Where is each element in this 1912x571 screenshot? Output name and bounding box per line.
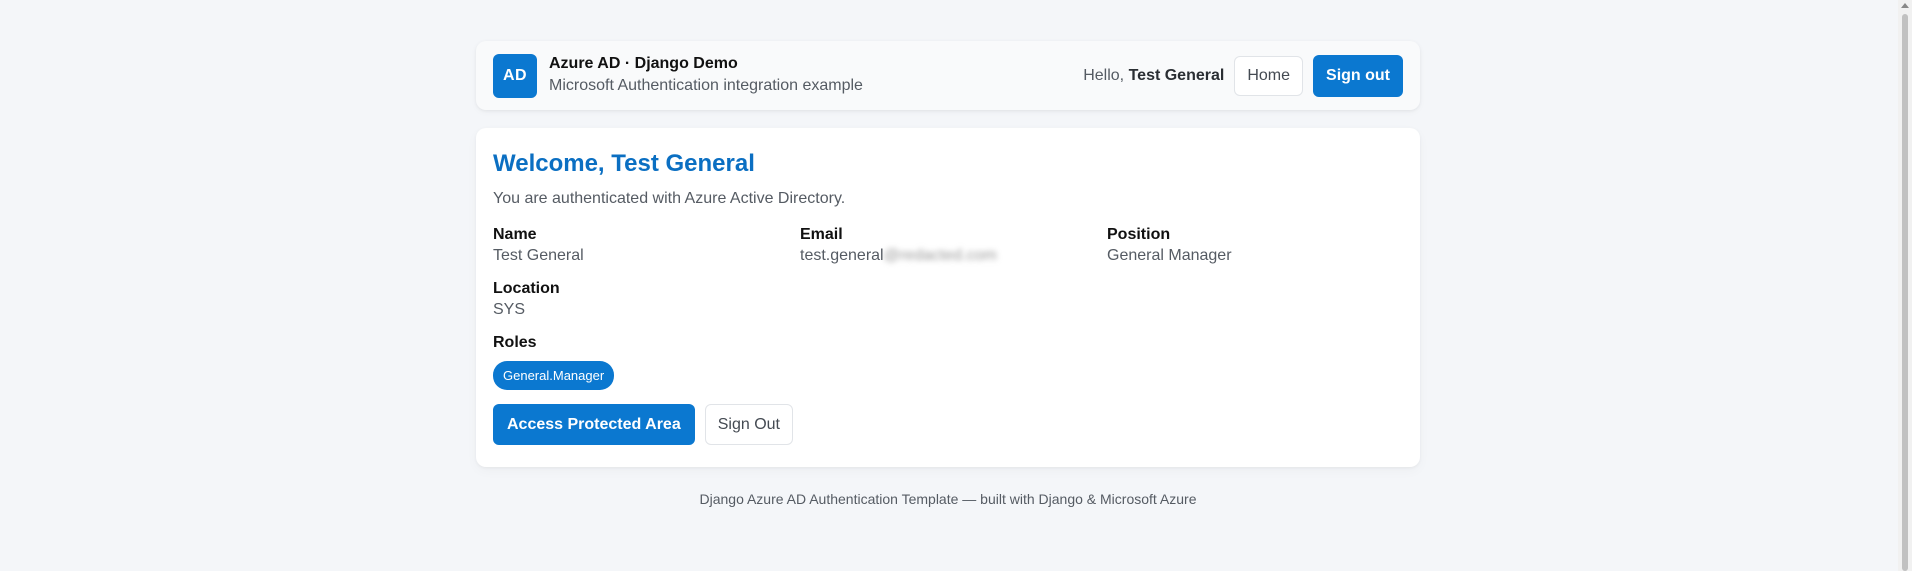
greeting-user-name: Test General [1128,66,1225,84]
auth-status-text: You are authenticated with Azure Active … [493,190,846,207]
vertical-scrollbar[interactable] [1898,0,1912,571]
position-value: General Manager [1107,247,1232,264]
page-container: AD Azure AD · Django Demo Microsoft Auth… [476,41,1420,507]
location-value: SYS [493,301,526,318]
position-label: Position [1107,226,1171,243]
location-field: Location SYS [493,280,800,319]
home-button[interactable]: Home [1234,55,1304,96]
role-badge: General.Manager [493,361,615,390]
name-label: Name [493,226,537,243]
roles-label: Roles [493,334,537,351]
app-logo: AD [493,53,537,98]
email-label: Email [800,226,843,243]
greeting-prefix: Hello, [1083,66,1125,84]
name-field: Name Test General [493,226,800,265]
email-redacted-part: @redacted.com [883,247,997,264]
app-title: Azure AD · Django Demo [549,55,738,73]
position-field: Position General Manager [1107,226,1407,265]
page-footer: Django Azure AD Authentication Template … [699,491,1197,507]
welcome-card: Welcome, Test General You are authentica… [476,128,1420,467]
email-field: Email test.general@redacted.com [800,226,1107,265]
roles-list: General.Manager [493,352,1403,390]
scrollbar-thumb[interactable] [1902,14,1908,571]
brand-block: Azure AD · Django Demo Microsoft Authent… [549,54,863,97]
email-visible-part: test.general [800,247,884,264]
card-actions: Access Protected Area Sign Out [493,404,1403,445]
top-header: AD Azure AD · Django Demo Microsoft Auth… [476,41,1420,110]
welcome-heading: Welcome, Test General [493,150,755,177]
name-value: Test General [493,247,584,264]
profile-fields: Name Test General Email test.general@red… [493,226,1403,319]
header-sign-out-button[interactable]: Sign out [1313,54,1403,97]
card-sign-out-button[interactable]: Sign Out [704,404,793,445]
access-protected-area-button[interactable]: Access Protected Area [493,404,695,445]
location-label: Location [493,280,560,297]
user-greeting: Hello, Test General [1083,67,1224,85]
scroll-up-icon[interactable] [1901,3,1909,8]
email-value: test.general@redacted.com [800,247,1107,265]
app-subtitle: Microsoft Authentication integration exa… [549,77,863,94]
